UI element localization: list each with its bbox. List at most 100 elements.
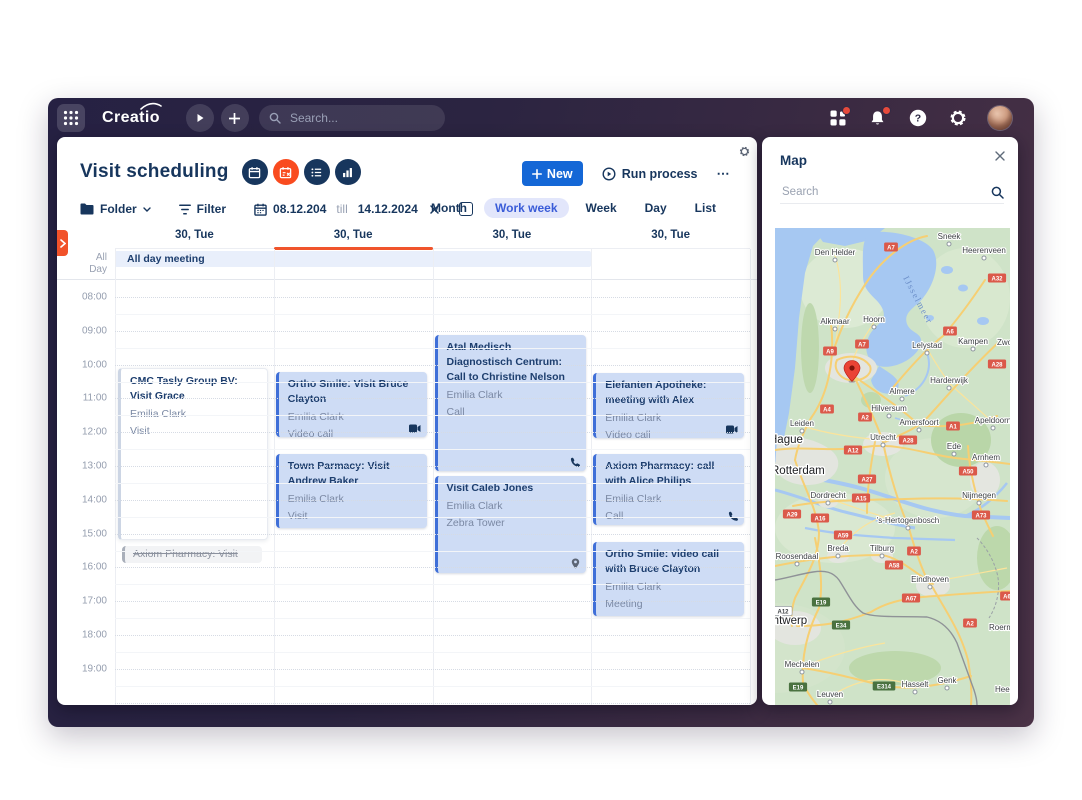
workplaces-button[interactable] — [828, 109, 847, 128]
view-tab-day[interactable]: Day — [634, 198, 678, 218]
calendar-event[interactable]: CMC Tasly Group BV: Visit GraceEmilia Cl… — [118, 368, 268, 540]
event-title: Axiom Pharmacy: Visit Alice — [133, 547, 254, 563]
map-search-input[interactable] — [780, 185, 991, 199]
road-badge-label: A27 — [861, 477, 873, 483]
city-label: Antwerp — [775, 615, 807, 627]
more-actions-button[interactable]: ⋯ — [717, 166, 732, 182]
day-column-header[interactable]: 30, Tue — [274, 225, 433, 248]
half-hour-line — [115, 686, 750, 687]
city-marker-dot — [984, 463, 988, 467]
hour-line — [115, 398, 750, 399]
city-marker-dot — [800, 670, 804, 674]
plus-icon — [229, 113, 240, 124]
city-marker-dot — [945, 686, 949, 690]
hour-line — [115, 331, 750, 332]
view-tab-week[interactable]: Week — [575, 198, 628, 218]
date-range-filter[interactable]: 08.12.204 till 14.12.2024 — [254, 202, 439, 216]
user-avatar[interactable] — [988, 106, 1012, 130]
road-badge-label: E19 — [816, 600, 827, 606]
hour-line — [115, 703, 750, 704]
city-label: Breda — [827, 544, 849, 553]
event-title: Elefanten Apotheke: meeting with Alex — [605, 378, 735, 408]
map-panel-title: Map — [780, 153, 807, 168]
road-badge-label: A50 — [962, 469, 974, 475]
all-day-event[interactable]: All day meeting — [115, 251, 591, 267]
day-column-header[interactable]: 30, Tue — [591, 225, 750, 248]
hour-label: 18:00 — [57, 630, 107, 641]
city-marker-dot — [913, 690, 917, 694]
calendar-event[interactable]: Atal Medisch Diagnostisch Centrum: Call … — [435, 335, 586, 471]
city-label: Alkmaar — [820, 317, 850, 326]
event-owner: Emilia Clark — [288, 409, 418, 426]
folder-filter[interactable]: Folder — [80, 202, 151, 216]
road-badge-label: A28 — [991, 362, 1003, 368]
global-search-input[interactable] — [288, 110, 412, 126]
chevron-right-icon — [60, 239, 66, 248]
calendar-icon — [254, 203, 267, 216]
scheduler-view-button-active[interactable] — [273, 159, 299, 185]
view-tab-list[interactable]: List — [684, 198, 727, 218]
event-title: Town Parmacy: Visit Andrew Baker — [288, 459, 418, 489]
hour-line — [115, 567, 750, 568]
road-badge-label: A29 — [786, 512, 798, 518]
city-marker-dot — [836, 554, 840, 558]
analytics-view-button[interactable] — [335, 159, 361, 185]
road-badge-label: A1 — [949, 424, 957, 430]
road-badge-label: A67 — [905, 596, 917, 602]
half-hour-line — [115, 584, 750, 585]
title-row: Visit scheduling — [80, 158, 361, 186]
city-marker-dot — [828, 700, 832, 704]
global-add-button[interactable] — [221, 104, 249, 132]
run-process-button[interactable]: Run process — [602, 167, 698, 181]
global-search[interactable] — [259, 105, 445, 131]
calendar-event[interactable]: Visit Caleb JonesEmilia ClarkZebra Tower — [435, 476, 586, 573]
calendar-event[interactable]: Axiom Pharmacy: Visit Alice — [122, 546, 262, 563]
calendar-event[interactable]: Axiom Pharmacy: call with Alice PhilipsE… — [593, 454, 744, 525]
event-title: Ortho Smile: video call with Bruce Clayt… — [605, 547, 735, 577]
list-view-button[interactable] — [304, 159, 330, 185]
road-badge-label: A28 — [902, 438, 914, 444]
event-title: Axiom Pharmacy: call with Alice Philips — [605, 459, 735, 489]
city-marker-dot — [833, 327, 837, 331]
road-badge-label: E19 — [793, 685, 804, 691]
help-icon: ? — [909, 109, 927, 127]
hour-line — [115, 297, 750, 298]
play-icon — [195, 113, 205, 123]
calendar-view-button[interactable] — [242, 159, 268, 185]
help-button[interactable]: ? — [908, 109, 927, 128]
workplaces-badge — [842, 106, 851, 115]
settings-button[interactable] — [948, 109, 967, 128]
map-canvas[interactable]: A7A32A7A9A6A28A4A2A1A28A12A50A27A15A29A1… — [775, 228, 1010, 705]
new-button[interactable]: New — [522, 161, 583, 186]
city-label: 's-Hertogenbosch — [877, 516, 939, 525]
event-title: CMC Tasly Group BV: Visit Grace — [130, 374, 258, 404]
hour-line — [115, 365, 750, 366]
hour-label: 16:00 — [57, 562, 107, 573]
city-label: Apeldoorn — [975, 416, 1010, 425]
view-tab-work-week[interactable]: Work week — [484, 198, 568, 218]
road-badge-label: E34 — [836, 623, 847, 629]
day-column-header[interactable]: 30, Tue — [115, 225, 274, 248]
map-search[interactable] — [780, 181, 1004, 204]
event-type: Call — [447, 404, 577, 421]
city-marker-dot — [800, 429, 804, 433]
map-close-icon[interactable] — [995, 151, 1005, 161]
city-label: Roosendaal — [776, 552, 819, 561]
notifications-button[interactable] — [868, 109, 887, 128]
calendar-event[interactable]: Ortho Smile: video call with Bruce Clayt… — [593, 542, 744, 616]
sidebar-expand-tab[interactable] — [57, 230, 68, 256]
city-marker-dot — [925, 351, 929, 355]
hour-line — [115, 500, 750, 501]
day-column-header[interactable]: 30, Tue — [433, 225, 592, 248]
card-settings-gear-icon[interactable] — [739, 144, 750, 162]
view-tab-month[interactable]: Month — [420, 198, 478, 218]
city-label: Lelystad — [912, 341, 942, 350]
app-window: Creatio — [48, 98, 1034, 727]
hour-label: 12:00 — [57, 427, 107, 438]
half-hour-line — [115, 483, 750, 484]
filter-button[interactable]: Filter — [179, 202, 226, 216]
process-play-button[interactable] — [186, 104, 214, 132]
calendar-event[interactable]: Elefanten Apotheke: meeting with AlexEmi… — [593, 373, 744, 438]
city-label: Almere — [889, 387, 915, 396]
app-grid-icon[interactable] — [57, 104, 85, 132]
